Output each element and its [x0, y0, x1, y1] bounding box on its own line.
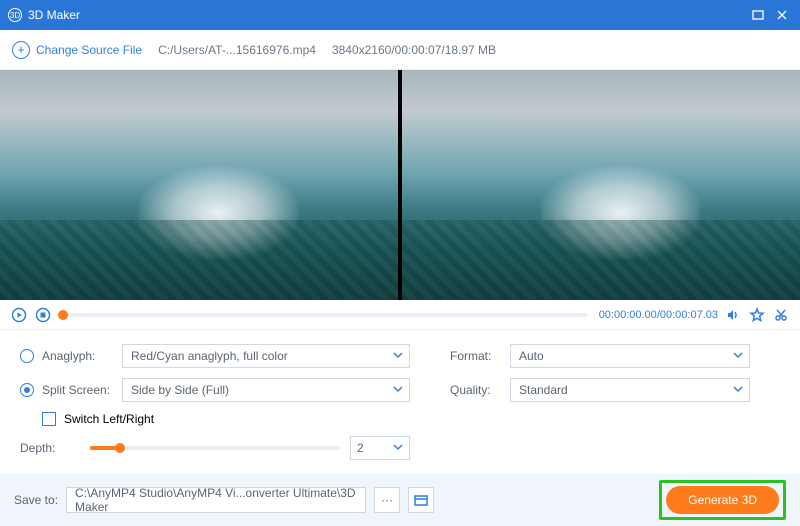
change-source-button[interactable]: + Change Source File — [12, 41, 142, 59]
format-row: Format: Auto — [450, 344, 750, 368]
minimize-button[interactable] — [746, 3, 770, 27]
quality-row: Quality: Standard — [450, 378, 750, 402]
browse-button[interactable]: ··· — [374, 487, 400, 513]
quality-label: Quality: — [450, 383, 502, 397]
chevron-down-icon — [733, 349, 743, 363]
window-title: 3D Maker — [28, 8, 746, 22]
quality-select[interactable]: Standard — [510, 378, 750, 402]
settings-left-column: Anaglyph: Red/Cyan anaglyph, full color … — [20, 344, 410, 460]
chevron-down-icon — [733, 383, 743, 397]
format-label: Format: — [450, 349, 502, 363]
window: 3D 3D Maker + Change Source File C:/User… — [0, 0, 800, 526]
anaglyph-row: Anaglyph: Red/Cyan anaglyph, full color — [20, 344, 410, 368]
footer: Save to: C:\AnyMP4 Studio\AnyMP4 Vi...on… — [0, 474, 800, 526]
generate-button[interactable]: Generate 3D — [666, 486, 779, 514]
preview-right — [402, 70, 800, 300]
splitscreen-select[interactable]: Side by Side (Full) — [122, 378, 410, 402]
snapshot-button[interactable] — [748, 306, 766, 324]
anaglyph-label: Anaglyph: — [42, 349, 114, 363]
volume-button[interactable] — [724, 306, 742, 324]
depth-value-select[interactable]: 2 — [350, 436, 410, 460]
depth-slider-thumb[interactable] — [115, 443, 125, 453]
titlebar: 3D 3D Maker — [0, 0, 800, 30]
anaglyph-select[interactable]: Red/Cyan anaglyph, full color — [122, 344, 410, 368]
open-folder-button[interactable] — [408, 487, 434, 513]
switch-label: Switch Left/Right — [64, 412, 154, 426]
close-button[interactable] — [770, 3, 794, 27]
format-value: Auto — [519, 349, 544, 363]
quality-value: Standard — [519, 383, 568, 397]
splitscreen-label: Split Screen: — [42, 383, 114, 397]
depth-slider[interactable] — [90, 446, 340, 450]
play-button[interactable] — [10, 306, 28, 324]
time-current: 00:00:00.00 — [599, 309, 657, 321]
cut-button[interactable] — [772, 306, 790, 324]
app-icon: 3D — [8, 8, 22, 22]
switch-row: Switch Left/Right — [20, 412, 410, 426]
depth-row: Depth: 2 — [20, 436, 410, 460]
depth-label: Depth: — [20, 441, 80, 455]
plus-circle-icon: + — [12, 41, 30, 59]
settings-panel: Anaglyph: Red/Cyan anaglyph, full color … — [0, 330, 800, 470]
switch-checkbox[interactable] — [42, 412, 56, 426]
splitscreen-value: Side by Side (Full) — [131, 383, 229, 397]
toolbar: + Change Source File C:/Users/AT-...1561… — [0, 30, 800, 70]
save-path-input[interactable]: C:\AnyMP4 Studio\AnyMP4 Vi...onverter Ul… — [66, 487, 366, 513]
anaglyph-radio[interactable] — [20, 349, 34, 363]
timeline-thumb[interactable] — [58, 310, 68, 320]
save-to-label: Save to: — [14, 493, 58, 507]
splitscreen-radio[interactable] — [20, 383, 34, 397]
chevron-down-icon — [393, 441, 403, 455]
chevron-down-icon — [393, 383, 403, 397]
playbar: 00:00:00.00/00:00:07.03 — [0, 300, 800, 330]
preview-left — [0, 70, 398, 300]
save-path-value: C:\AnyMP4 Studio\AnyMP4 Vi...onverter Ul… — [75, 486, 357, 514]
source-file-info: 3840x2160/00:00:07/18.97 MB — [332, 43, 496, 57]
generate-highlight: Generate 3D — [659, 480, 786, 520]
change-source-label: Change Source File — [36, 43, 142, 57]
settings-right-column: Format: Auto Quality: Standard — [450, 344, 750, 460]
video-preview — [0, 70, 800, 300]
chevron-down-icon — [393, 349, 403, 363]
anaglyph-value: Red/Cyan anaglyph, full color — [131, 349, 288, 363]
depth-value: 2 — [357, 441, 364, 455]
timecode: 00:00:00.00/00:00:07.03 — [599, 309, 718, 321]
stop-button[interactable] — [34, 306, 52, 324]
format-select[interactable]: Auto — [510, 344, 750, 368]
splitscreen-row: Split Screen: Side by Side (Full) — [20, 378, 410, 402]
source-file-path: C:/Users/AT-...15616976.mp4 — [158, 43, 316, 57]
time-duration: 00:00:07.03 — [660, 309, 718, 321]
timeline-slider[interactable] — [58, 313, 587, 317]
